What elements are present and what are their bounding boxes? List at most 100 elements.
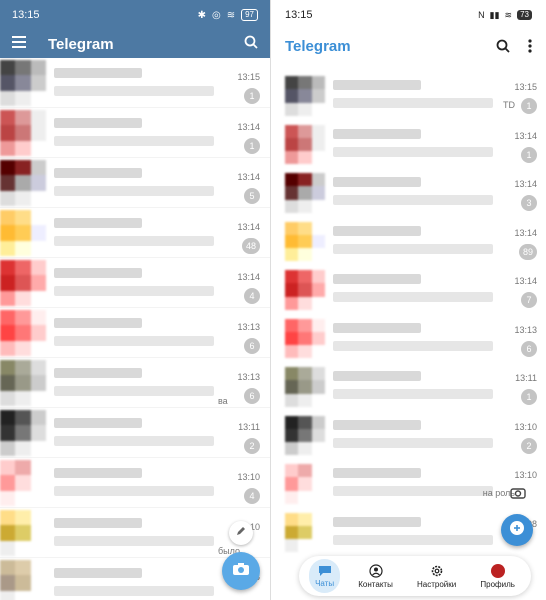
chat-time: 13:14 [514,276,537,286]
chat-time: 13:10 [514,470,537,480]
chat-row[interactable]: 13:10 2 [271,410,546,459]
more-vert-icon[interactable] [528,39,532,53]
redacted-text [54,368,142,378]
unread-badge: 48 [241,238,260,254]
chat-row[interactable]: 13:11 2 [0,408,270,458]
left-chat-list: 13:15 1 13:14 1 13:14 5 13:14 48 13:14 4 13:13 6 13:… [0,58,270,600]
redacted-text [54,136,214,146]
compose-button[interactable] [501,514,533,546]
avatar [0,110,46,156]
wifi-icon: ≋ [504,9,513,20]
right-status-time: 13:15 [285,9,313,21]
new-message-pencil-button[interactable] [229,521,253,545]
redacted-text [333,371,421,381]
left-top-bar: Telegram [0,30,270,58]
battery-icon: 73 [517,10,532,20]
wifi-icon: ≋ [226,9,236,21]
chat-row[interactable]: 13:13 6 [271,313,546,362]
avatar [285,173,325,213]
chat-row[interactable]: 13:13 6 [0,308,270,358]
redacted-text [54,168,142,178]
redacted-text [54,236,214,246]
tab-contacts-label: Контакты [358,579,393,589]
chat-row[interactable]: 13:14 1 [0,108,270,158]
chat-row[interactable]: 13:14 89 [271,216,546,265]
avatar [0,360,46,406]
chat-row[interactable]: 13:15 1 TD [271,70,546,119]
right-chat-list: 13:15 1 TD 13:14 1 13:14 3 13:14 89 13:14 7 13:13 6 1… [271,70,546,555]
chat-row[interactable]: 13:13 6 ва [0,358,270,408]
right-search-icon[interactable] [496,39,510,53]
redacted-text [333,534,493,545]
left-search-icon[interactable] [244,35,258,54]
left-status-time: 13:15 [12,9,40,21]
chat-row[interactable]: 13:14 4 [0,258,270,308]
chat-row[interactable]: 13:14 3 [271,167,546,216]
camera-icon [510,486,526,504]
profile-avatar-icon [490,563,505,578]
chat-time: 13:13 [237,322,260,332]
menu-icon[interactable] [12,35,26,53]
tab-contacts[interactable]: Контакты [352,559,399,593]
right-camera-button[interactable] [507,484,529,506]
chat-time: 13:14 [237,172,260,182]
chat-time: 13:11 [238,422,260,432]
chat-row[interactable]: 13:15 1 [0,58,270,108]
redacted-text [333,419,421,430]
alarm-icon: ◎ [211,9,221,21]
avatar [285,318,325,359]
chat-row[interactable]: 13:14 1 [271,119,546,168]
redacted-text [54,68,142,78]
left-status-bar: 13:15 ✱ ◎ ≋ 97 [0,0,270,30]
chat-time: 13:14 [514,179,537,189]
unread-badge: 1 [521,389,537,405]
split-screen: 13:15 ✱ ◎ ≋ 97 Telegram 13:15 1 13:14 1 13:1… [0,0,546,600]
chat-time: 13:15 [237,72,260,82]
contact-icon [368,563,383,578]
battery-icon: 97 [241,9,258,21]
unread-badge: 3 [521,195,537,211]
tab-profile[interactable]: Профиль [474,559,521,593]
chat-time: 13:14 [237,272,260,282]
unread-badge: 2 [521,437,537,454]
chat-row[interactable]: 13:14 48 [0,208,270,258]
unread-badge: 6 [244,338,260,354]
chat-row[interactable]: 13:10 4 [0,458,270,508]
chat-time: 13:14 [237,122,260,132]
redacted-text [333,177,421,187]
chat-row[interactable]: 13:10 на роль [271,458,546,507]
chat-time: 13:13 [237,372,260,382]
redacted-text [333,146,493,157]
chat-time: 13:14 [514,130,537,141]
tab-chats[interactable]: Чаты [309,559,341,593]
chat-row[interactable]: 13:14 5 [0,158,270,208]
redacted-text [333,98,493,108]
nfc-icon: N [478,10,485,20]
redacted-text [333,274,421,284]
gear-icon [431,565,442,576]
redacted-text [333,516,421,527]
right-top-bar: Telegram [271,30,546,62]
tab-settings-label: Настройки [416,579,457,589]
avatar [285,415,325,456]
tab-settings[interactable]: Настройки [411,559,462,593]
redacted-text [54,418,142,428]
chat-time: 13:10 [514,421,537,432]
unread-badge: 5 [244,188,260,204]
chat-time: 13:15 [514,82,537,92]
avatar [285,270,325,310]
pencil-icon [235,524,247,542]
tab-profile-label: Профиль [480,579,515,589]
camera-button[interactable] [222,552,260,590]
redacted-text [54,518,142,528]
avatar [0,160,46,206]
avatar [285,76,325,116]
redacted-text [333,468,421,478]
message-snippet: ва [218,396,228,406]
unread-badge: 4 [244,488,260,504]
redacted-text [54,468,142,478]
chat-row[interactable]: 13:11 1 [271,361,546,410]
avatar [285,512,325,553]
chat-row[interactable]: 13:14 7 [271,264,546,313]
redacted-text [333,243,493,254]
